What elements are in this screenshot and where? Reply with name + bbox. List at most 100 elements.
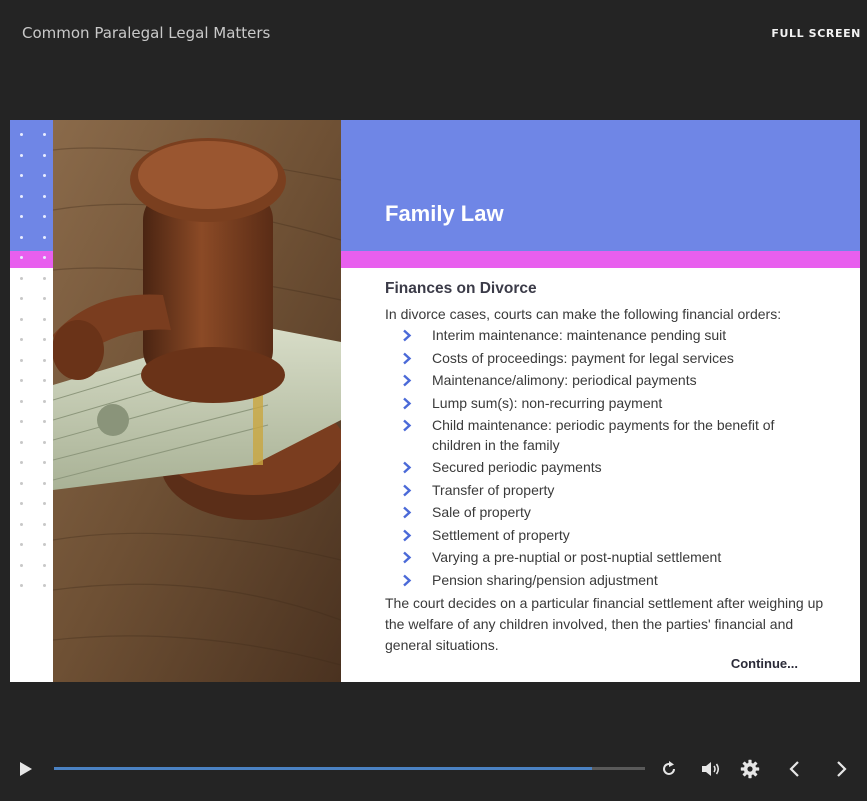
financial-order-item: Transfer of property — [385, 481, 825, 501]
dot-strip-pink-block — [10, 251, 53, 268]
decorative-dot — [43, 502, 46, 505]
decorative-dot — [43, 153, 46, 157]
next-icon[interactable] — [835, 760, 849, 782]
settings-icon[interactable] — [740, 759, 760, 783]
financial-order-item: Pension sharing/pension adjustment — [385, 571, 825, 591]
progress-fill — [54, 767, 592, 770]
slide: Family Law Finances on Divorce In divorc… — [10, 120, 860, 682]
financial-order-text: Pension sharing/pension adjustment — [432, 571, 658, 588]
decorative-dot — [43, 584, 46, 587]
decorative-dot — [43, 317, 46, 321]
decorative-dot — [20, 481, 23, 485]
decorative-dot — [20, 235, 23, 239]
decorative-dot — [20, 379, 23, 382]
financial-order-item: Interim maintenance: maintenance pending… — [385, 326, 825, 346]
player-controls — [0, 745, 867, 795]
top-bar: Common Paralegal Legal Matters FULL SCRE… — [0, 0, 867, 70]
financial-order-text: Transfer of property — [432, 481, 555, 498]
decorative-dot — [20, 502, 23, 505]
financial-order-item: Lump sum(s): non-recurring payment — [385, 394, 825, 414]
financial-order-item: Maintenance/alimony: periodical payments — [385, 371, 825, 391]
decorative-dot — [43, 358, 46, 362]
decorative-dot — [43, 543, 46, 546]
dot-strip-blue-block — [10, 120, 53, 251]
financial-order-text: Varying a pre-nuptial or post-nuptial se… — [432, 549, 722, 565]
play-icon[interactable] — [19, 761, 33, 781]
chevron-right-icon — [403, 419, 412, 432]
decorative-dot — [20, 461, 23, 464]
decorative-dot — [43, 461, 46, 464]
section-subheading: Finances on Divorce — [385, 280, 537, 297]
financial-order-item: Child maintenance: periodic payments for… — [385, 416, 825, 455]
volume-icon[interactable] — [701, 760, 721, 782]
decorative-dot — [43, 563, 46, 567]
closing-text: The court decides on a particular financ… — [385, 595, 824, 653]
chevron-right-icon — [403, 529, 412, 541]
decorative-dot — [20, 133, 23, 136]
replay-icon[interactable] — [660, 760, 678, 782]
decorative-dot — [43, 399, 46, 403]
decorative-dot — [43, 379, 46, 382]
financial-order-item: Varying a pre-nuptial or post-nuptial se… — [385, 548, 825, 568]
financial-order-item: Secured periodic payments — [385, 458, 825, 478]
decorative-dot — [20, 317, 23, 321]
title-band — [341, 120, 860, 251]
slide-title: Family Law — [385, 201, 504, 226]
decorative-dot — [20, 215, 23, 218]
decorative-dot — [43, 481, 46, 485]
financial-order-text: Costs of proceedings: payment for legal … — [432, 349, 734, 366]
course-title: Common Paralegal Legal Matters — [22, 24, 271, 42]
decorative-dot-strip — [10, 120, 53, 682]
decorative-dot — [20, 174, 23, 177]
financial-orders-list: Interim maintenance: maintenance pending… — [385, 326, 825, 590]
slide-content: Finances on Divorce In divorce cases, co… — [385, 280, 825, 656]
decorative-dot — [20, 338, 23, 341]
financial-order-text: Lump sum(s): non-recurring payment — [432, 394, 663, 411]
chevron-right-icon — [403, 352, 412, 364]
decorative-dot — [20, 297, 23, 300]
chevron-right-icon — [403, 574, 412, 586]
decorative-dot — [20, 153, 23, 157]
chevron-right-icon — [403, 374, 412, 387]
decorative-dot — [20, 194, 23, 198]
decorative-dot — [20, 420, 23, 423]
decorative-dot — [43, 522, 46, 526]
chevron-right-icon — [403, 484, 412, 496]
decorative-dot — [43, 338, 46, 341]
continue-link[interactable]: Continue... — [731, 656, 798, 671]
financial-order-text: Interim maintenance: maintenance pending… — [432, 327, 727, 343]
financial-order-text: Secured periodic payments — [432, 459, 602, 475]
gavel-money-photo — [53, 120, 341, 682]
chevron-right-icon — [403, 329, 412, 342]
chevron-right-icon — [403, 506, 412, 519]
financial-order-text: Maintenance/alimony: periodical payments — [432, 372, 697, 388]
decorative-dot — [20, 522, 23, 526]
decorative-dot — [20, 276, 23, 280]
decorative-dot — [43, 235, 46, 239]
chevron-right-icon — [403, 551, 412, 564]
decorative-dot — [20, 563, 23, 567]
financial-order-item: Sale of property — [385, 503, 825, 523]
financial-order-text: Child maintenance: periodic payments for… — [432, 417, 775, 453]
accent-band — [341, 251, 860, 268]
progress-bar[interactable] — [54, 767, 645, 770]
decorative-dot — [43, 297, 46, 300]
prev-icon[interactable] — [787, 760, 801, 782]
financial-order-item: Settlement of property — [385, 526, 825, 546]
decorative-dot — [43, 256, 46, 259]
decorative-dot — [20, 256, 23, 259]
decorative-dot — [43, 276, 46, 280]
fullscreen-button[interactable]: FULL SCREEN — [771, 27, 861, 40]
financial-order-text: Settlement of property — [432, 526, 570, 543]
decorative-dot — [43, 133, 46, 136]
chevron-right-icon — [403, 461, 412, 474]
decorative-dot — [20, 440, 23, 444]
decorative-dot — [20, 358, 23, 362]
decorative-dot — [20, 543, 23, 546]
chevron-right-icon — [403, 397, 412, 409]
decorative-dot — [43, 420, 46, 423]
decorative-dot — [43, 174, 46, 177]
decorative-dot — [43, 215, 46, 218]
decorative-dot — [43, 440, 46, 444]
decorative-dot — [20, 584, 23, 587]
